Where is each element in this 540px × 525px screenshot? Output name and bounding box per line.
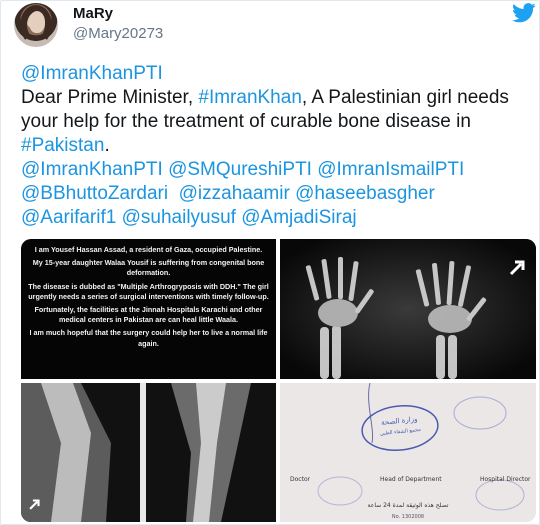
mention-link[interactable]: @ImranKhanPTI xyxy=(21,159,163,180)
document-illustration: وزارة الصحة مجمع الشفاء الطبي Doctor Hea… xyxy=(280,383,536,522)
doc-label-head: Head of Department xyxy=(380,476,442,483)
expand-icon[interactable] xyxy=(28,497,42,511)
twitter-bird-icon[interactable] xyxy=(512,3,536,23)
doc-label-director: Hospital Director xyxy=(480,476,531,483)
letter-text: I am Yousef Hassan Assad, a resident of … xyxy=(27,245,270,352)
letter-paragraph: Fortunately, the facilities at the Jinna… xyxy=(34,305,263,325)
tweet-card: MaRy @Mary20273 @ImranKhanPTI Dear Prime… xyxy=(0,0,540,525)
letter-paragraph: My 15-year daughter Walaa Yousif is suff… xyxy=(32,258,265,278)
expand-icon[interactable] xyxy=(508,257,528,277)
text-line: @BBhuttoZardari @izzahaamir @haseebasghe… xyxy=(21,182,526,206)
media-letter-image[interactable]: I am Yousef Hassan Assad, a resident of … xyxy=(21,239,276,379)
media-document-image[interactable]: وزارة الصحة مجمع الشفاء الطبي Doctor Hea… xyxy=(280,383,536,522)
mention-link[interactable]: @SMQureshiPTI xyxy=(168,159,312,180)
leg-xray-illustration xyxy=(21,383,276,522)
mention-link[interactable]: @izzahaamir xyxy=(179,183,290,204)
doc-arabic-line: تصلح هذه الوثيقة لمدة 24 ساعة xyxy=(368,502,449,509)
display-name[interactable]: MaRy xyxy=(73,5,113,22)
tweet-text: @ImranKhanPTI Dear Prime Minister, #Imra… xyxy=(21,62,526,230)
mention-link[interactable]: @ImranIsmailPTI xyxy=(317,159,464,180)
media-leg-xray[interactable] xyxy=(21,383,276,522)
doc-serial: No. 1302008 xyxy=(392,514,424,520)
mention-link[interactable]: @ImranKhanPTI xyxy=(21,63,163,84)
mention-link[interactable]: @AmjadiSiraj xyxy=(241,207,356,228)
letter-paragraph: The disease is dubbed as "Multiple Arthr… xyxy=(28,281,269,301)
mention-link[interactable]: @BBhuttoZardari xyxy=(21,183,168,204)
text-line: @ImranKhanPTI xyxy=(21,62,526,86)
tweet-text-segment: . xyxy=(104,135,110,156)
letter-paragraph: I am much hopeful that the surgery could… xyxy=(29,328,268,348)
text-line: @Aarifarif1 @suhailyusuf @AmjadiSiraj xyxy=(21,206,526,230)
hand-xray-illustration xyxy=(280,239,536,379)
media-grid: I am Yousef Hassan Assad, a resident of … xyxy=(21,239,536,522)
text-line: Dear Prime Minister, #ImranKhan, A Pales… xyxy=(21,86,526,158)
hashtag-link[interactable]: #Pakistan xyxy=(21,135,104,156)
media-hand-xray[interactable] xyxy=(280,239,536,379)
mention-link[interactable]: @haseebasgher xyxy=(295,183,435,204)
text-line: @ImranKhanPTI @SMQureshiPTI @ImranIsmail… xyxy=(21,158,526,182)
mention-link[interactable]: @suhailyusuf xyxy=(122,207,236,228)
letter-paragraph: I am Yousef Hassan Assad, a resident of … xyxy=(34,245,263,254)
doc-label-doctor: Doctor xyxy=(290,476,311,483)
tweet-text-segment: Dear Prime Minister, xyxy=(21,87,199,108)
mention-link[interactable]: @Aarifarif1 xyxy=(21,207,116,228)
user-handle[interactable]: @Mary20273 xyxy=(73,25,163,42)
avatar[interactable] xyxy=(14,3,58,47)
hashtag-link[interactable]: #ImranKhan xyxy=(198,87,302,108)
